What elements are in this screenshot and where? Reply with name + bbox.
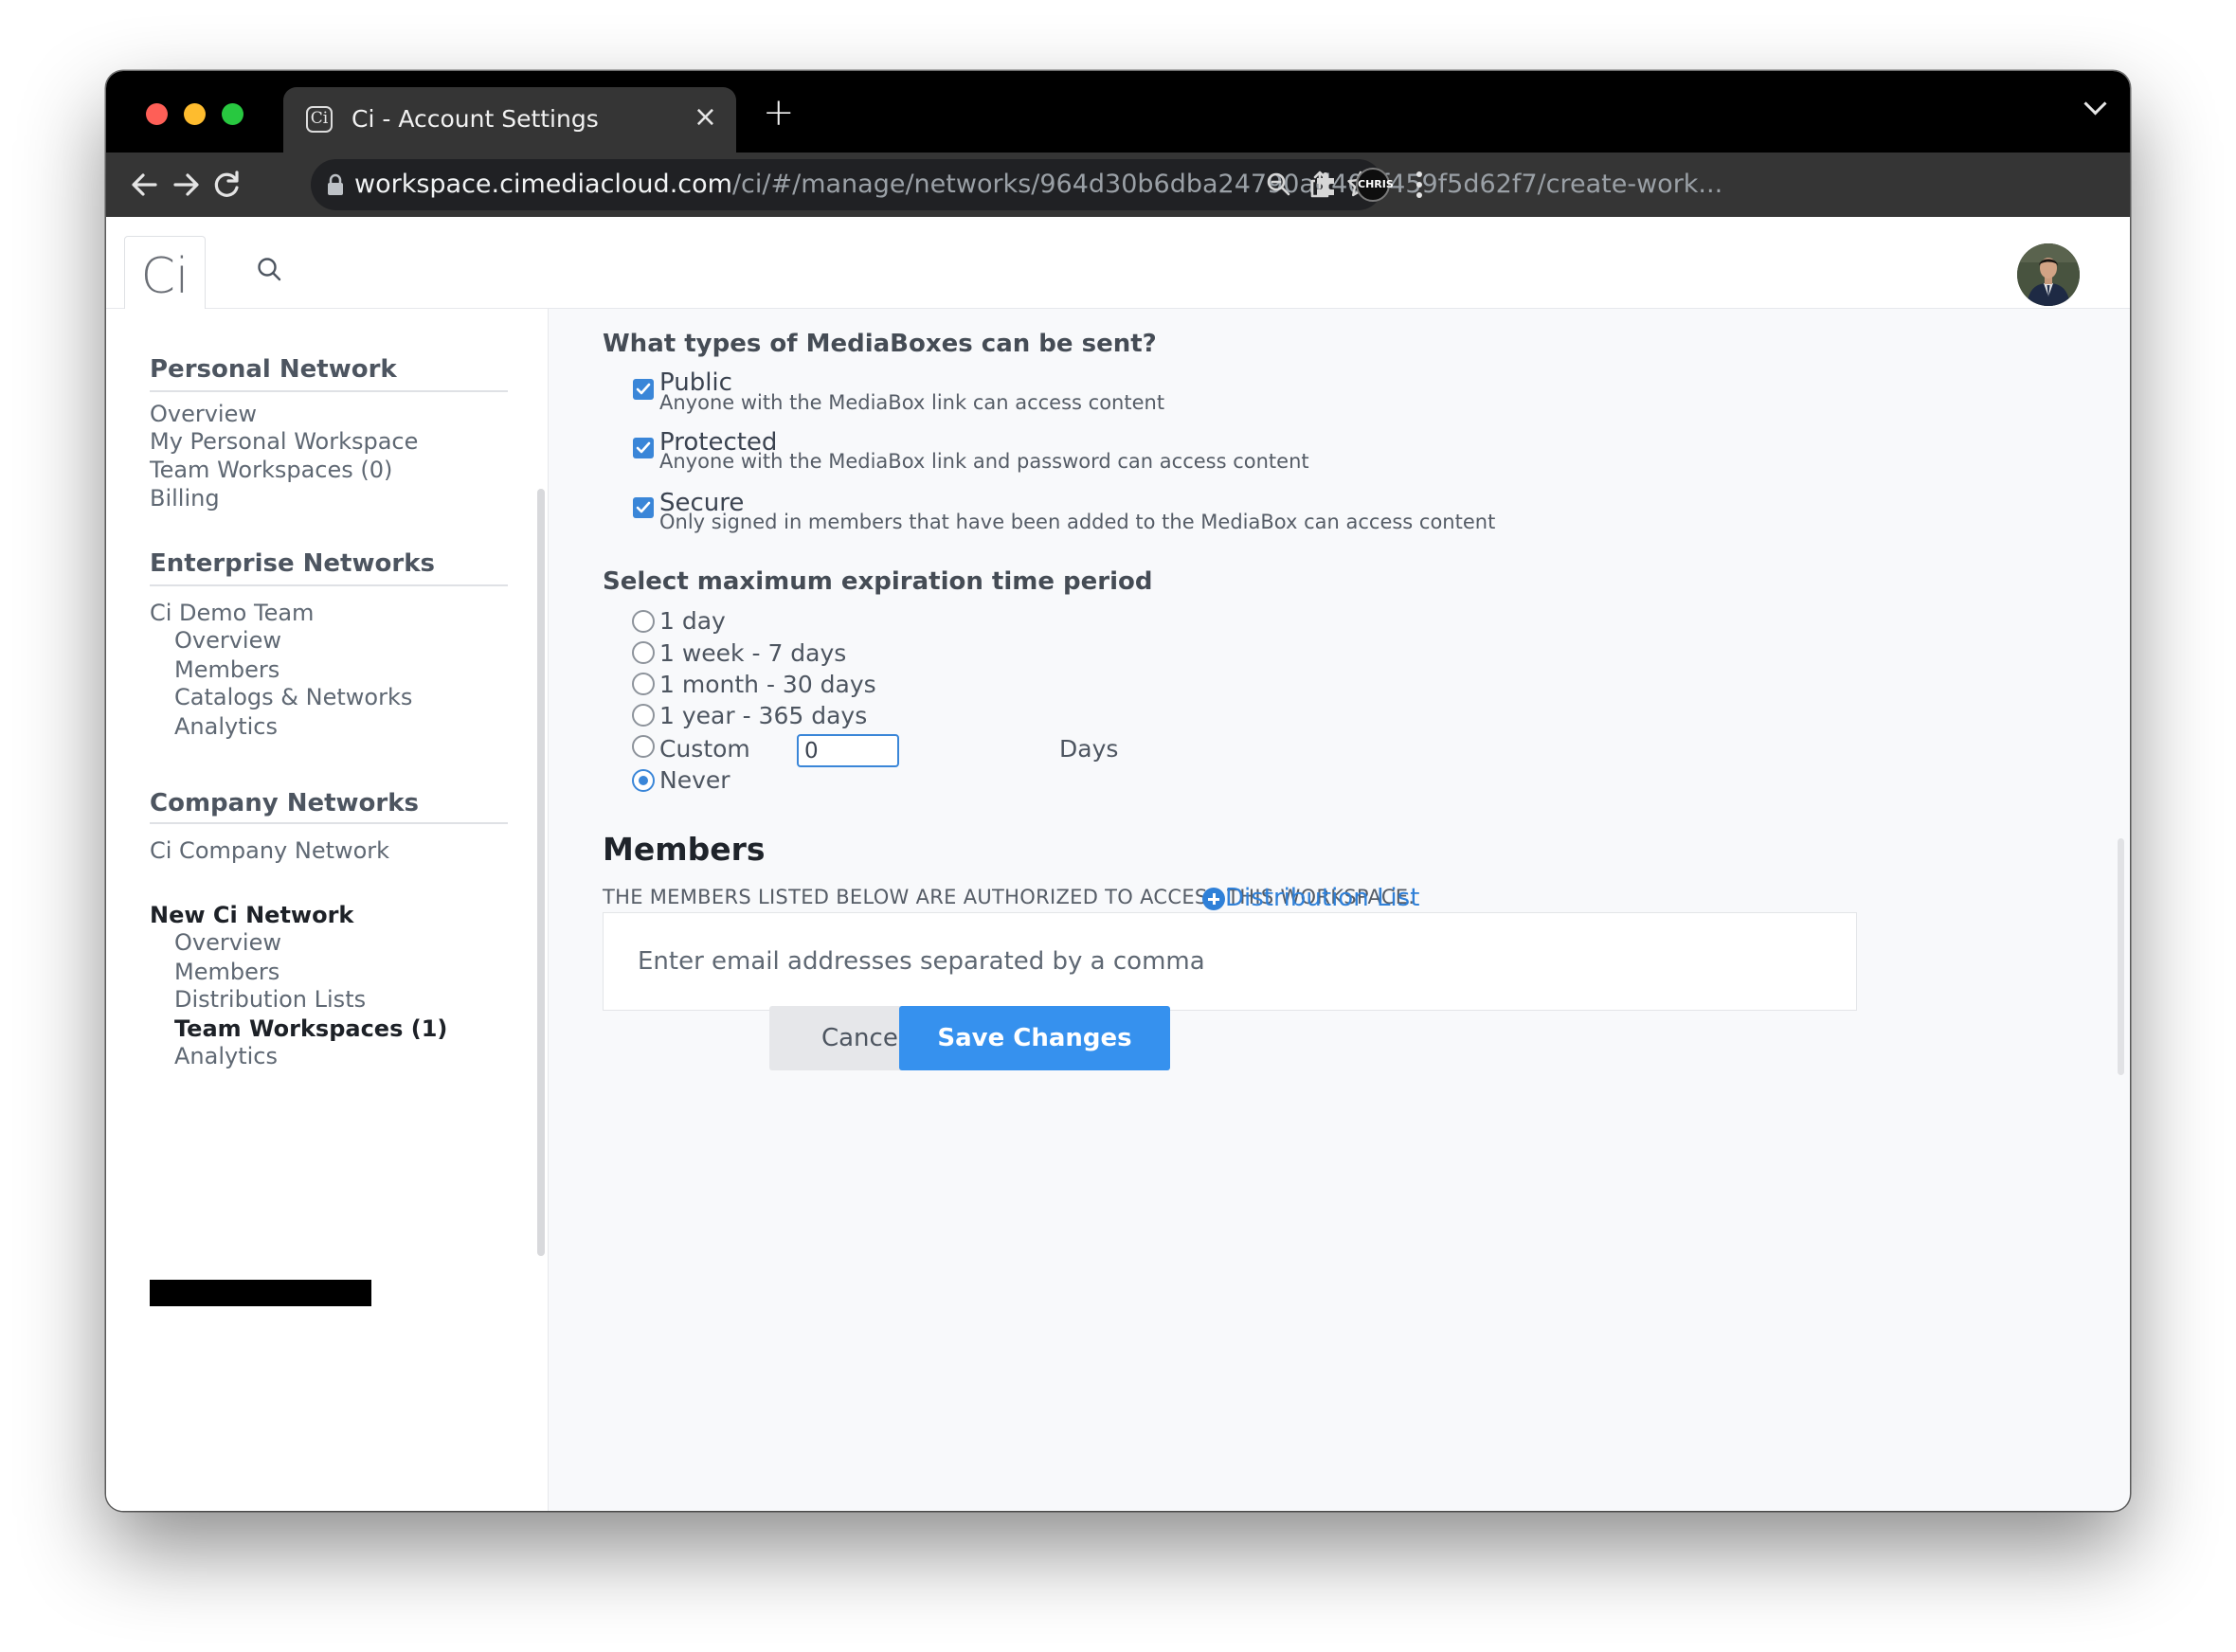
back-arrow-icon[interactable] [123, 163, 167, 206]
protected-checkbox[interactable] [633, 438, 654, 458]
members-heading: Members [603, 831, 766, 868]
email-addresses-input[interactable] [603, 912, 1857, 1011]
radio-label-1-day: 1 day [659, 607, 726, 635]
sidebar-item-new-ci-network[interactable]: New Ci Network [150, 901, 353, 929]
personal-network-heading: Personal Network [150, 355, 397, 384]
public-checkbox[interactable] [633, 379, 654, 400]
sidebar-item-network-members[interactable]: Members [174, 958, 280, 986]
radio-label-1-year: 1 year - 365 days [659, 702, 868, 729]
browser-window: Ci Ci - Account Settings × + workspace.c… [106, 71, 2130, 1511]
protected-option-desc: Anyone with the MediaBox link and passwo… [659, 450, 1309, 473]
radio-1-day[interactable] [632, 610, 655, 633]
zoom-window-button[interactable] [222, 103, 243, 125]
distribution-list-link[interactable]: Distribution List [1225, 884, 1419, 912]
close-window-button[interactable] [146, 103, 168, 125]
radio-label-1-month: 1 month - 30 days [659, 671, 876, 698]
sidebar-item-catalogs-networks[interactable]: Catalogs & Networks [174, 683, 412, 711]
ci-favicon-icon: Ci [306, 106, 333, 133]
radio-label-custom: Custom [659, 735, 750, 763]
section-divider [150, 390, 508, 392]
add-circle-icon[interactable] [1202, 888, 1225, 910]
radio-never[interactable] [632, 769, 655, 792]
sidebar-item-billing[interactable]: Billing [150, 484, 220, 512]
expiration-question: Select maximum expiration time period [603, 567, 1153, 596]
custom-days-unit: Days [1059, 735, 1119, 763]
radio-1-month[interactable] [632, 673, 655, 695]
mediabox-types-question: What types of MediaBoxes can be sent? [603, 330, 1157, 358]
enterprise-networks-heading: Enterprise Networks [150, 549, 435, 578]
sidebar-item-ci-company-network[interactable]: Ci Company Network [150, 836, 389, 865]
lock-icon [328, 173, 343, 195]
sidebar-item-my-personal-workspace[interactable]: My Personal Workspace [150, 427, 418, 456]
reload-icon[interactable] [205, 163, 248, 206]
sidebar-item-ci-demo-team[interactable]: Ci Demo Team [150, 599, 314, 627]
save-changes-button[interactable]: Save Changes [899, 1006, 1170, 1070]
radio-custom[interactable] [632, 735, 655, 758]
secure-checkbox[interactable] [633, 497, 654, 518]
sidebar-item-demo-members[interactable]: Members [174, 655, 280, 684]
redacted-network-name [150, 1280, 371, 1306]
section-divider [150, 822, 508, 824]
search-icon[interactable] [253, 253, 287, 287]
main-scrollbar[interactable] [2118, 838, 2124, 1075]
ci-logo[interactable]: Ci [124, 236, 206, 317]
company-networks-heading: Company Networks [150, 789, 419, 817]
sidebar-item-team-workspaces[interactable]: Team Workspaces (0) [150, 456, 392, 484]
sidebar: Personal Network Overview My Personal Wo… [106, 309, 549, 1511]
radio-label-never: Never [659, 766, 730, 794]
public-option-desc: Anyone with the MediaBox link can access… [659, 391, 1165, 414]
sidebar-item-demo-analytics[interactable]: Analytics [174, 712, 278, 741]
section-divider [150, 584, 508, 586]
sidebar-item-personal-overview[interactable]: Overview [150, 400, 257, 428]
custom-days-input[interactable] [797, 734, 899, 767]
radio-label-1-week: 1 week - 7 days [659, 639, 847, 667]
sidebar-item-network-team-workspaces[interactable]: Team Workspaces (1) [174, 1015, 447, 1043]
sidebar-scrollbar[interactable] [537, 489, 545, 1256]
radio-1-year[interactable] [632, 704, 655, 727]
logo-text: Ci [140, 248, 189, 305]
minimize-window-button[interactable] [184, 103, 206, 125]
sidebar-item-distribution-lists[interactable]: Distribution Lists [174, 985, 366, 1014]
main-content: What types of MediaBoxes can be sent? Pu… [550, 71, 2130, 1511]
sidebar-item-network-analytics[interactable]: Analytics [174, 1042, 278, 1070]
sidebar-item-demo-overview[interactable]: Overview [174, 626, 281, 655]
secure-option-desc: Only signed in members that have been ad… [659, 511, 1496, 533]
radio-1-week[interactable] [632, 641, 655, 664]
forward-arrow-icon[interactable] [164, 163, 207, 206]
sidebar-item-network-overview[interactable]: Overview [174, 928, 281, 957]
